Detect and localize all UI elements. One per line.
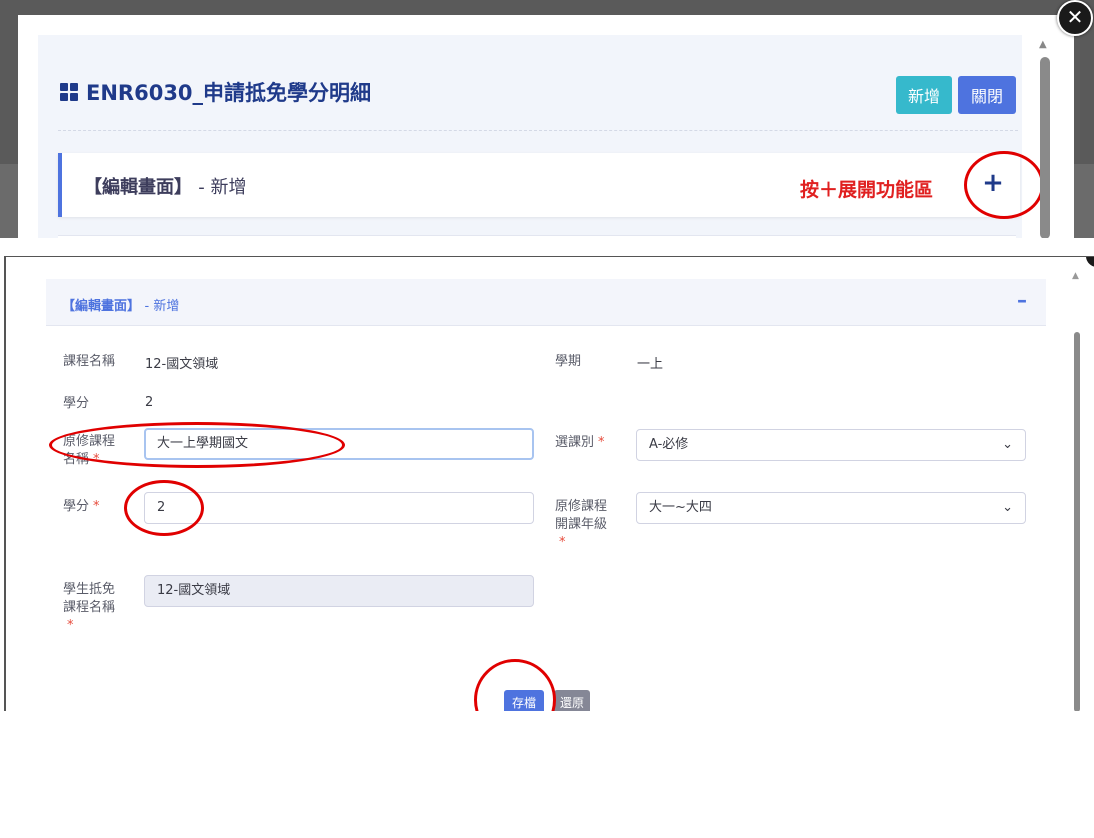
bottom-screenshot: ▲ 【編輯畫面】 - 新增 – 課程名稱 12-國文領域 學期 一上 學分 2 …	[4, 256, 1094, 711]
edit-panel-expanded: 【編輯畫面】 - 新增 – 課程名稱 12-國文領域 學期 一上 學分 2 原修…	[46, 279, 1046, 711]
modal-inner: ENR6030_申請抵免學分明細 新增 關閉 【編輯畫面】 - 新增 按＋展開功…	[38, 35, 1044, 238]
required-mark: *	[598, 435, 605, 450]
annotation-circle-credit	[124, 480, 204, 536]
divider	[58, 130, 1018, 131]
edit-panel-title-mode: - 新增	[198, 177, 247, 198]
required-mark: *	[93, 499, 100, 514]
edit-panel-title-main: 【編輯畫面】	[84, 177, 192, 198]
close-button[interactable]: 關閉	[958, 76, 1016, 114]
credit-value: 2	[145, 395, 154, 410]
page-title: ENR6030_申請抵免學分明細	[60, 77, 371, 107]
close-icon[interactable]: ✕	[1057, 0, 1093, 36]
annotation-circle-save	[474, 659, 556, 711]
top-screenshot: ENR6030_申請抵免學分明細 新增 關閉 【編輯畫面】 - 新增 按＋展開功…	[0, 0, 1094, 238]
orig-grade-label-text: 原修課程開課年級	[555, 499, 608, 532]
orig-grade-label: 原修課程開課年級 *	[555, 498, 615, 552]
reset-button[interactable]: 還原	[554, 690, 590, 711]
orig-credit-label: 學分 *	[63, 498, 100, 516]
annotation-hint: 按＋展開功能區	[800, 179, 934, 201]
modal-window: ENR6030_申請抵免學分明細 新增 關閉 【編輯畫面】 - 新增 按＋展開功…	[18, 15, 1074, 238]
credit-label: 學分	[63, 396, 90, 411]
student-course-label: 學生抵免課程名稱 *	[63, 581, 123, 635]
collapse-icon[interactable]: –	[1012, 290, 1032, 310]
annotation-circle-orig-course	[49, 422, 345, 468]
orig-grade-select-value: 大一~大四	[649, 500, 712, 515]
scrollbar-thumb[interactable]	[1074, 332, 1080, 711]
course-name-value: 12-國文領域	[145, 357, 219, 372]
edit-panel-title: 【編輯畫面】 - 新增	[62, 295, 179, 314]
orig-grade-select[interactable]: 大一~大四 ⌄	[636, 492, 1026, 524]
scroll-up-arrow[interactable]: ▲	[1039, 39, 1047, 50]
annotation-circle-expand	[964, 151, 1044, 219]
semester-value: 一上	[637, 357, 664, 372]
course-name-label: 課程名稱	[63, 354, 116, 369]
student-course-input: 12-國文領域	[144, 575, 534, 607]
elective-select-value: A-必修	[649, 437, 689, 452]
page-title-text: ENR6030_申請抵免學分明細	[86, 81, 372, 105]
required-mark: *	[559, 535, 566, 550]
grid-icon	[60, 83, 78, 101]
edit-panel-title: 【編輯畫面】 - 新增	[84, 173, 247, 199]
elective-label: 選課別 *	[555, 434, 605, 452]
chevron-down-icon: ⌄	[1002, 500, 1013, 515]
elective-select[interactable]: A-必修 ⌄	[636, 429, 1026, 461]
close-icon[interactable]	[1084, 257, 1094, 269]
edit-form: 課程名稱 12-國文領域 學期 一上 學分 2 原修課程名稱 * 大一上學期國文 …	[46, 326, 1046, 711]
new-button[interactable]: 新增	[896, 76, 952, 114]
scrollbar-thumb[interactable]	[1040, 57, 1050, 238]
next-panel	[58, 235, 1016, 238]
orig-credit-label-text: 學分	[63, 499, 90, 514]
scroll-up-arrow[interactable]: ▲	[1072, 271, 1079, 281]
edit-panel-title-main: 【編輯畫面】	[62, 299, 141, 314]
edit-panel-title-mode: - 新增	[144, 299, 180, 314]
required-mark: *	[67, 618, 74, 633]
chevron-down-icon: ⌄	[1002, 437, 1013, 452]
semester-label: 學期	[555, 354, 582, 369]
student-course-label-text: 學生抵免課程名稱	[63, 582, 116, 615]
elective-label-text: 選課別	[555, 435, 595, 450]
edit-panel-header: 【編輯畫面】 - 新增 –	[46, 279, 1046, 326]
